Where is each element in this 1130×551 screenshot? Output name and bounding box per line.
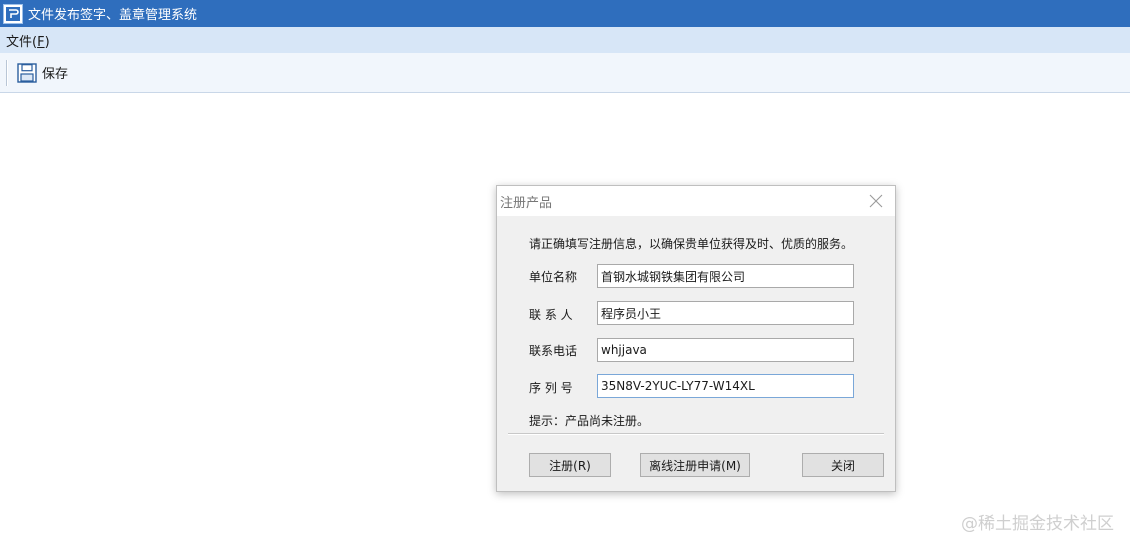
menu-bar: 文件(F) (0, 27, 1130, 53)
save-button[interactable]: 保存 (16, 62, 68, 84)
dialog-separator (508, 433, 884, 435)
menu-file[interactable]: 文件(F) (6, 31, 50, 50)
phone-label: 联系电话 (529, 344, 578, 358)
menu-file-accesskey: F (37, 34, 45, 50)
watermark: @稀土掘金技术社区 (961, 514, 1114, 534)
company-name-label: 单位名称 (529, 270, 578, 284)
dialog-titlebar: 注册产品 (497, 186, 895, 216)
serial-number-field[interactable] (597, 374, 854, 398)
dialog-intro-text: 请正确填写注册信息，以确保贵单位获得及时、优质的服务。 (529, 237, 854, 251)
dialog-body: 请正确填写注册信息，以确保贵单位获得及时、优质的服务。 单位名称 联 系 人 联… (497, 216, 895, 491)
window-titlebar: 文件发布签字、盖章管理系统 (0, 0, 1130, 27)
app-logo-icon (3, 3, 23, 24)
save-label: 保存 (42, 67, 69, 82)
register-dialog: 注册产品 请正确填写注册信息，以确保贵单位获得及时、优质的服务。 单位名称 联 … (496, 185, 896, 492)
toolbar-grip (6, 59, 8, 86)
dialog-title: 注册产品 (500, 195, 553, 211)
close-icon[interactable] (863, 188, 889, 214)
toolbar: 保存 (0, 53, 1130, 93)
floppy-disk-icon (17, 62, 37, 83)
contact-person-field[interactable] (597, 301, 854, 325)
menu-file-label: 文件( (6, 34, 38, 50)
offline-register-button[interactable]: 离线注册申请(M) (640, 453, 750, 477)
company-name-field[interactable] (597, 264, 854, 288)
registration-status-hint: 提示：产品尚未注册。 (529, 414, 650, 428)
contact-person-label: 联 系 人 (529, 308, 573, 322)
register-button[interactable]: 注册(R) (529, 453, 611, 477)
menu-file-suffix: ) (44, 34, 50, 50)
serial-number-label: 序 列 号 (529, 381, 573, 395)
phone-field[interactable] (597, 338, 854, 362)
close-button[interactable]: 关闭 (802, 453, 884, 477)
window-title: 文件发布签字、盖章管理系统 (28, 8, 198, 23)
